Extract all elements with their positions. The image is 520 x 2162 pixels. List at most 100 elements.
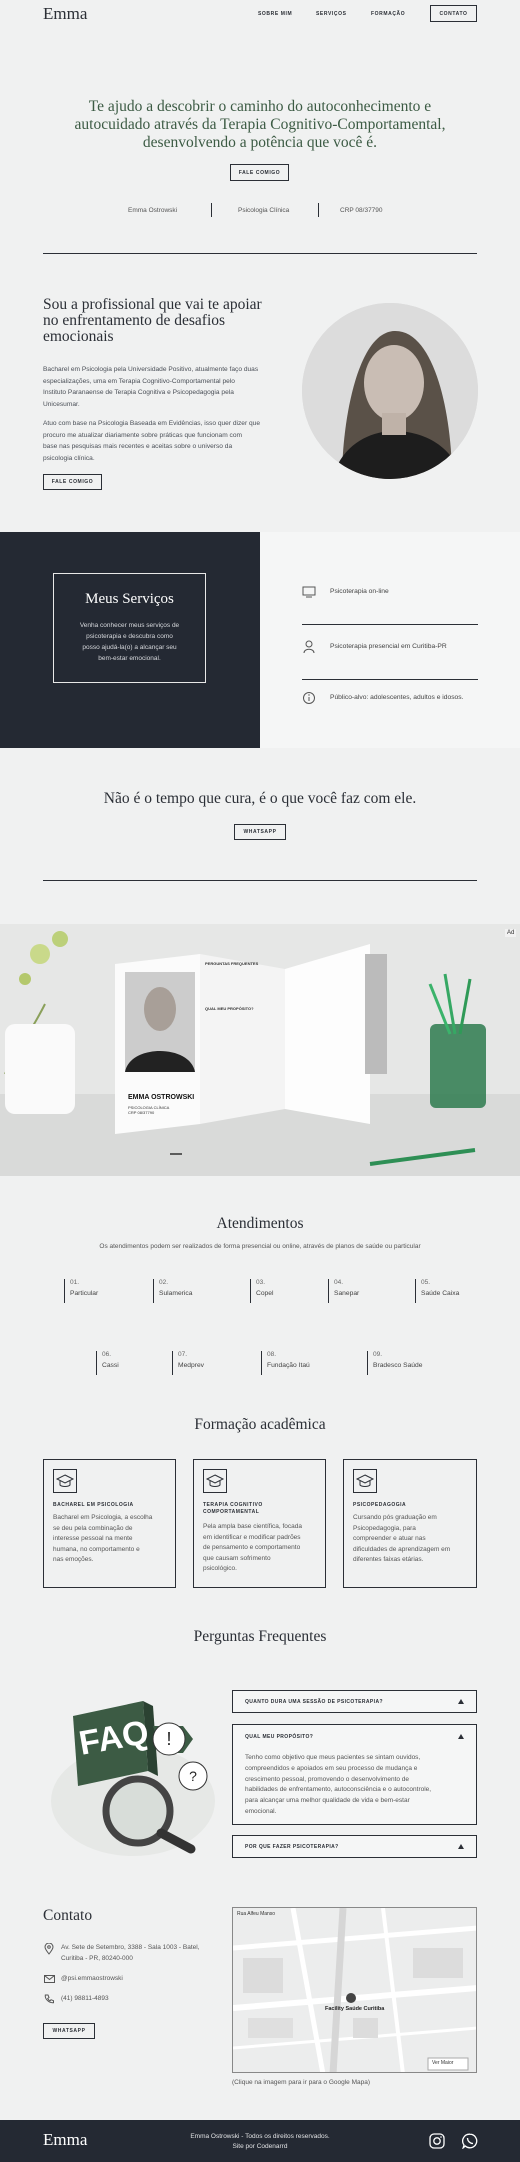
map-caption: (Clique na imagem para ir para o Google … <box>232 2079 371 2086</box>
contact-nav-button[interactable]: CONTATO <box>430 5 477 22</box>
plan-label: Medprev <box>178 1362 205 1369</box>
chevron-up-icon[interactable] <box>458 1699 464 1704</box>
card-line: Cursando pós graduação em <box>353 1514 437 1521</box>
hero-contact-button[interactable]: FALE COMIGO <box>230 164 289 181</box>
about-contact-button[interactable]: FALE COMIGO <box>43 474 102 490</box>
map-expand-link[interactable]: Ver Maior <box>432 2060 453 2066</box>
info-icon <box>303 692 315 704</box>
card-line: que causam sofrimento <box>203 1554 271 1562</box>
card-line: diferentes faixas etárias. <box>353 1556 424 1563</box>
brochure-heading-2: QUAL MEU PROPÓSITO? <box>205 1006 254 1011</box>
hero-line-1: Te ajudo a descobrir o caminho do autoco… <box>88 98 432 115</box>
person-icon <box>303 640 315 654</box>
card-line: de pensamento e comportamento <box>203 1544 301 1551</box>
nav-link-servicos[interactable]: SERVIÇOS <box>316 11 347 17</box>
graduation-cap-icon <box>53 1469 77 1493</box>
address-line: Curitiba - PR, 80240-000 <box>61 1954 133 1962</box>
address-line: Av. Sete de Setembro, 3388 - Sala 1003 -… <box>61 1944 200 1951</box>
formacao-card-title: TERAPIA COGNITIVO COMPORTAMENTAL <box>203 1502 263 1515</box>
about-title: Sou a profissional que vai te apoiar no … <box>43 297 262 345</box>
faq-item[interactable]: QUANTO DURA UMA SESSÃO DE PSICOTERAPIA? <box>232 1690 477 1713</box>
about-line: base nas pesquisas mais recentes e aceit… <box>43 443 233 450</box>
faq-question[interactable]: QUANTO DURA UMA SESSÃO DE PSICOTERAPIA? <box>245 1699 383 1705</box>
plan-label: Saúde Caixa <box>421 1290 460 1297</box>
service-label: Psicoterapia presencial em Curitiba-PR <box>330 643 447 650</box>
plan-label: Bradesco Saúde <box>373 1362 423 1369</box>
services-desc-line: posso ajudá-la(o) a alcançar seu <box>82 644 177 651</box>
logo[interactable]: Emma <box>43 4 87 24</box>
plan-number: 06. <box>102 1351 112 1358</box>
brochure-sub2: CRP 08/37790 <box>128 1110 155 1115</box>
card-line: compreender e atuar nas <box>353 1535 426 1542</box>
section-divider <box>43 253 477 254</box>
formacao-card-title: PSICOPEDAGOGIA <box>353 1502 407 1508</box>
plan-label: Fundação Itaú <box>267 1362 310 1369</box>
card-line: em identificar e modificar padrões <box>203 1533 301 1541</box>
monitor-icon <box>302 586 316 598</box>
service-label: Psicoterapia on-line <box>330 588 389 595</box>
quote-whatsapp-button[interactable]: WHATSAPP <box>234 824 286 840</box>
phone-icon <box>44 1994 54 2004</box>
contact-instagram[interactable]: @psi.emmaostrowski <box>61 1975 123 1982</box>
plan-label: Copel <box>256 1290 274 1297</box>
faq-item[interactable]: POR QUE FAZER PSICOTERAPIA? <box>232 1835 477 1858</box>
chevron-up-icon[interactable] <box>458 1844 464 1849</box>
faq-answer: Tenho como objetivo que meus pacientes s… <box>245 1753 431 1818</box>
services-desc-line: Venha conhecer meus serviços de <box>79 622 180 629</box>
card-line: Psicopedagogia, para <box>353 1524 416 1532</box>
faq-answer-line: compreendidos e apoiados em seu processo… <box>245 1764 418 1772</box>
services-desc-line: bem-estar emocional. <box>98 655 161 662</box>
map-place-label: Facility Saúde Curitiba <box>325 2006 385 2012</box>
email-icon <box>44 1975 55 1983</box>
plan-item: 03. Copel <box>250 1279 273 1303</box>
card-line: psicológico. <box>203 1565 237 1572</box>
plan-number: 04. <box>334 1279 344 1286</box>
nav-link-formacao[interactable]: FORMAÇÃO <box>371 11 405 17</box>
formacao-card: TERAPIA COGNITIVO COMPORTAMENTAL Pela am… <box>193 1459 326 1588</box>
plan-item: 01. Particular <box>64 1279 98 1303</box>
services-desc-line: psicoterapia e descubra como <box>86 633 173 640</box>
location-icon <box>44 1943 54 1955</box>
footer: Emma Emma Ostrowski - Todos os direitos … <box>0 2120 520 2162</box>
plan-item: 06. Cassi <box>96 1351 119 1375</box>
atendimentos-subtitle: Os atendimentos podem ser realizados de … <box>99 1243 421 1250</box>
about-title-3: emocionais <box>43 328 114 345</box>
contact-phone[interactable]: (41) 98811-4893 <box>61 1995 109 2002</box>
plan-number: 03. <box>256 1279 266 1286</box>
map-image[interactable]: Rua Alfeu Manso Facility Saúde Curitiba … <box>232 1907 477 2073</box>
instagram-icon[interactable] <box>429 2133 445 2149</box>
atendimentos-title: Atendimentos <box>216 1215 304 1232</box>
faq-answer-line: Tenho como objetivo que meus pacientes s… <box>245 1754 421 1761</box>
chevron-up-icon[interactable] <box>458 1734 464 1739</box>
faq-answer-line: habilidades de enfrentamento, autoconsci… <box>245 1786 432 1794</box>
plan-number: 01. <box>70 1279 80 1286</box>
ad-badge[interactable]: Ad <box>505 929 517 937</box>
whatsapp-icon[interactable] <box>462 2133 478 2149</box>
nav-link-sobre[interactable]: SOBRE MIM <box>258 11 292 17</box>
card-line: nas emoções. <box>53 1556 94 1563</box>
faq-question[interactable]: QUAL MEU PROPÓSITO? <box>245 1734 313 1740</box>
about-line: Bacharel em Psicologia pela Universidade… <box>43 366 259 373</box>
divider <box>318 203 319 217</box>
plan-item: 08. Fundação Itaú <box>261 1351 310 1375</box>
graduation-cap-icon <box>353 1469 377 1493</box>
contact-whatsapp-button[interactable]: WHATSAPP <box>43 2023 95 2039</box>
faq-question[interactable]: POR QUE FAZER PSICOTERAPIA? <box>245 1844 339 1850</box>
plan-label: Cassi <box>102 1362 119 1369</box>
services-list: Psicoterapia on-line Psicoterapia presen… <box>260 532 520 748</box>
graduation-cap-icon <box>203 1469 227 1493</box>
faq-title: Perguntas Frequentes <box>193 1628 327 1645</box>
hero-title: Te ajudo a descobrir o caminho do autoco… <box>40 98 480 152</box>
profile-photo <box>302 303 478 479</box>
faq-item-open[interactable]: QUAL MEU PROPÓSITO? Tenho como objetivo … <box>232 1724 477 1825</box>
faq-answer-line: para alcançar uma melhor qualidade de vi… <box>245 1797 410 1805</box>
plan-item: 07. Medprev <box>172 1351 204 1375</box>
faq-answer-line: emocional. <box>245 1807 277 1815</box>
hero-name: Emma Ostrowski <box>128 207 178 214</box>
plan-item: 04. Sanepar <box>328 1279 359 1303</box>
services-title: Meus Serviços <box>85 591 174 607</box>
atendimentos-row-2: 06. Cassi 07. Medprev 08. Fundação Itaú 09.… <box>0 1351 520 1377</box>
plan-number: 08. <box>267 1351 277 1358</box>
faq-illustration: ! ? FAQ <box>43 1681 223 1861</box>
formacao-card-text: Cursando pós graduação em Psicopedagogia,… <box>353 1513 450 1566</box>
